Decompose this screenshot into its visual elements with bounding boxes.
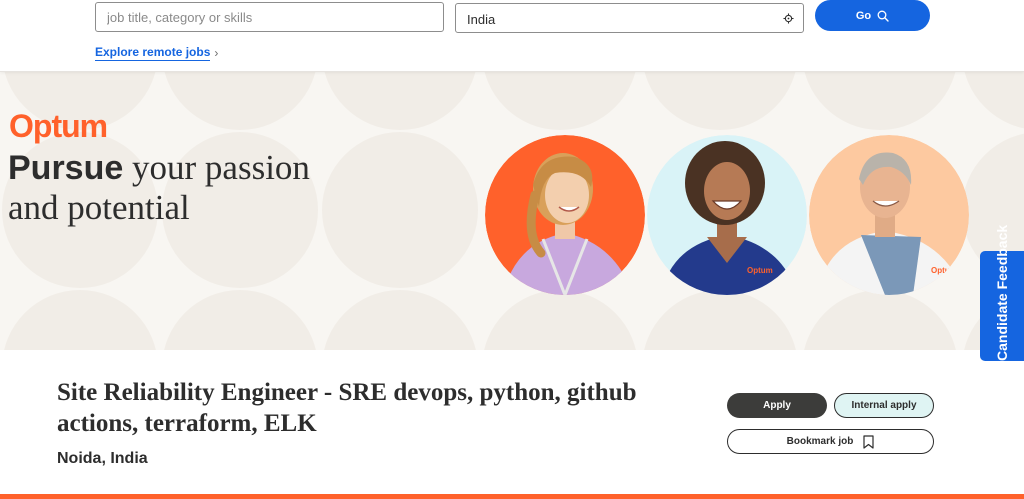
location-value: India xyxy=(467,12,496,27)
internal-apply-button[interactable]: Internal apply xyxy=(834,393,934,418)
remote-link-label: Explore remote jobs xyxy=(95,45,211,61)
location-target-icon xyxy=(783,13,794,24)
candidate-feedback-tab[interactable]: Candidate Feedback xyxy=(980,224,1024,361)
internal-apply-label: Internal apply xyxy=(851,400,917,411)
explore-remote-jobs-link[interactable]: Explore remote jobs › xyxy=(95,45,218,61)
apply-button-label: Apply xyxy=(763,400,791,411)
job-search-bar: India Go Explore remote jobs › xyxy=(0,0,1024,72)
go-search-button[interactable]: Go xyxy=(815,0,930,31)
orange-accent-bar xyxy=(0,494,1024,499)
scrubs-brand-badge: Optum xyxy=(747,266,773,275)
job-title: Site Reliability Engineer - SRE devops, … xyxy=(57,379,637,437)
bookmark-icon xyxy=(863,434,874,449)
headline-strong-word: Pursue xyxy=(8,149,124,187)
headline-line1-rest: your passion xyxy=(123,148,310,187)
keyword-search-input[interactable] xyxy=(95,2,444,32)
chevron-right-icon: › xyxy=(214,46,219,60)
hero-headline: Pursue your passion and potential xyxy=(8,148,310,227)
search-icon xyxy=(877,10,889,22)
optum-logo: Optum xyxy=(9,108,108,144)
feedback-tab-label: Candidate Feedback xyxy=(994,224,1010,361)
location-select[interactable]: India xyxy=(455,3,804,33)
apply-button[interactable]: Apply xyxy=(727,393,827,418)
job-location: Noida, India xyxy=(57,450,148,467)
go-button-label: Go xyxy=(855,9,872,22)
hero-banner: Optum Pursue your passion and potential xyxy=(0,72,1024,350)
portrait-woman-scrubs: Optum xyxy=(647,135,807,295)
bookmark-label: Bookmark job xyxy=(786,436,854,447)
portrait-man-labcoat: Optum xyxy=(809,135,969,295)
bookmark-job-button[interactable]: Bookmark job xyxy=(727,429,934,454)
headline-line2: and potential xyxy=(8,188,190,227)
job-header: Site Reliability Engineer - SRE devops, … xyxy=(0,350,1024,494)
portrait-woman-lanyard xyxy=(485,135,645,295)
